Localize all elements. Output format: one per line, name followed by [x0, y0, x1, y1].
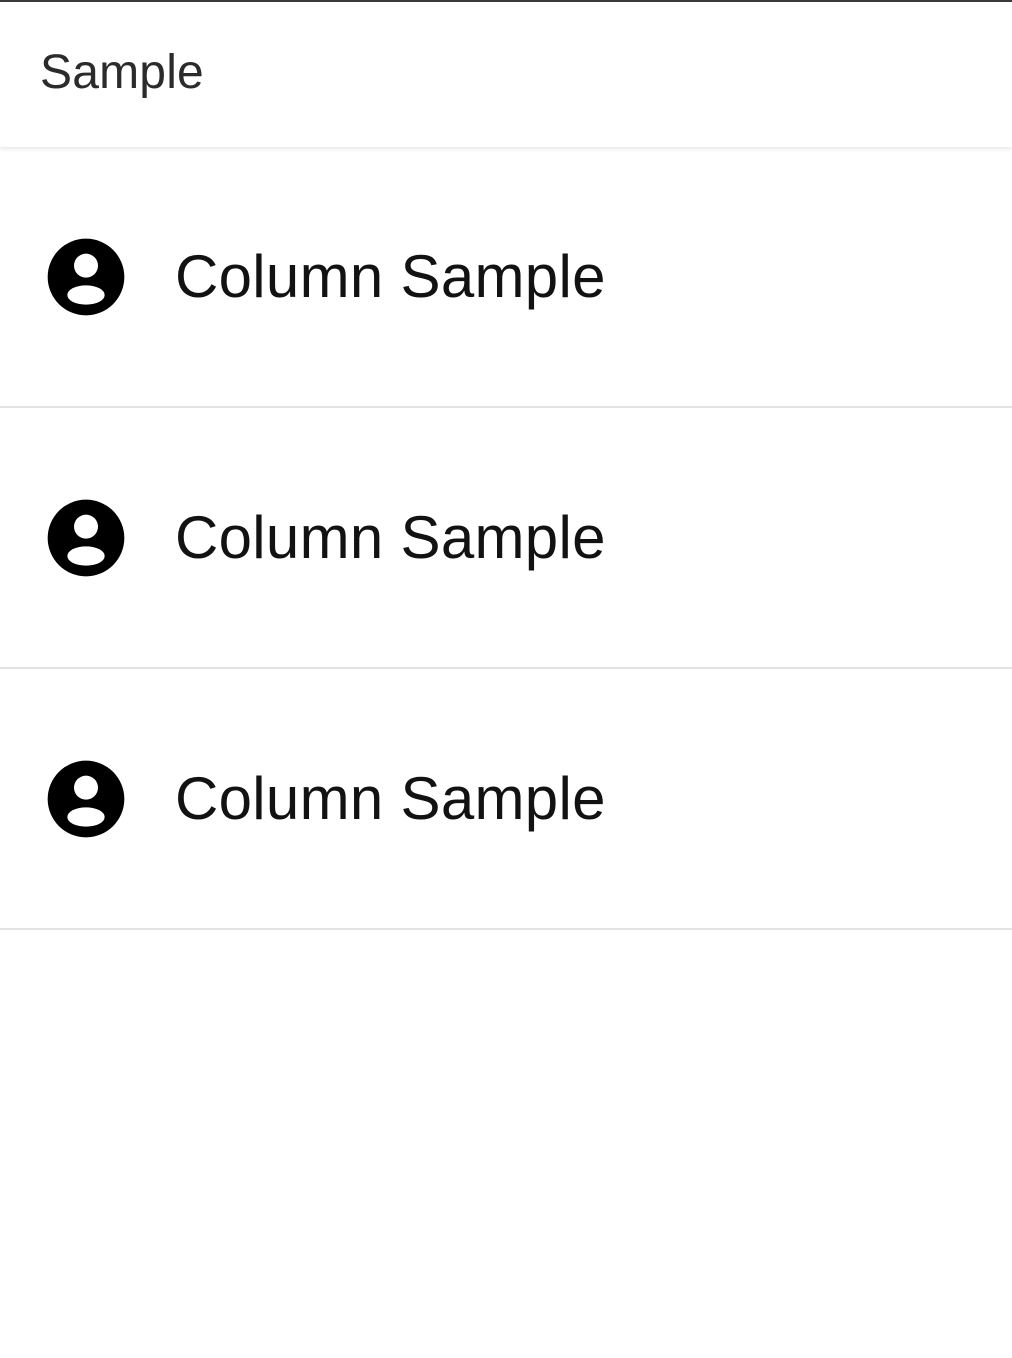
list-item-label: Column Sample	[175, 504, 606, 571]
list-item-label: Column Sample	[175, 243, 606, 310]
account-circle-icon	[46, 498, 126, 578]
list-item[interactable]: Column Sample	[0, 147, 1012, 408]
app-screen: Sample Column Sample Column Sample Colum…	[0, 0, 1012, 1358]
account-circle-icon	[46, 759, 126, 839]
list-item[interactable]: Column Sample	[0, 408, 1012, 669]
account-circle-icon	[46, 237, 126, 317]
app-bar-title: Sample	[40, 46, 204, 99]
list-item-label: Column Sample	[175, 765, 606, 832]
column-list: Column Sample Column Sample Column Sampl…	[0, 147, 1012, 930]
list-item[interactable]: Column Sample	[0, 669, 1012, 930]
app-bar: Sample	[0, 2, 1012, 147]
